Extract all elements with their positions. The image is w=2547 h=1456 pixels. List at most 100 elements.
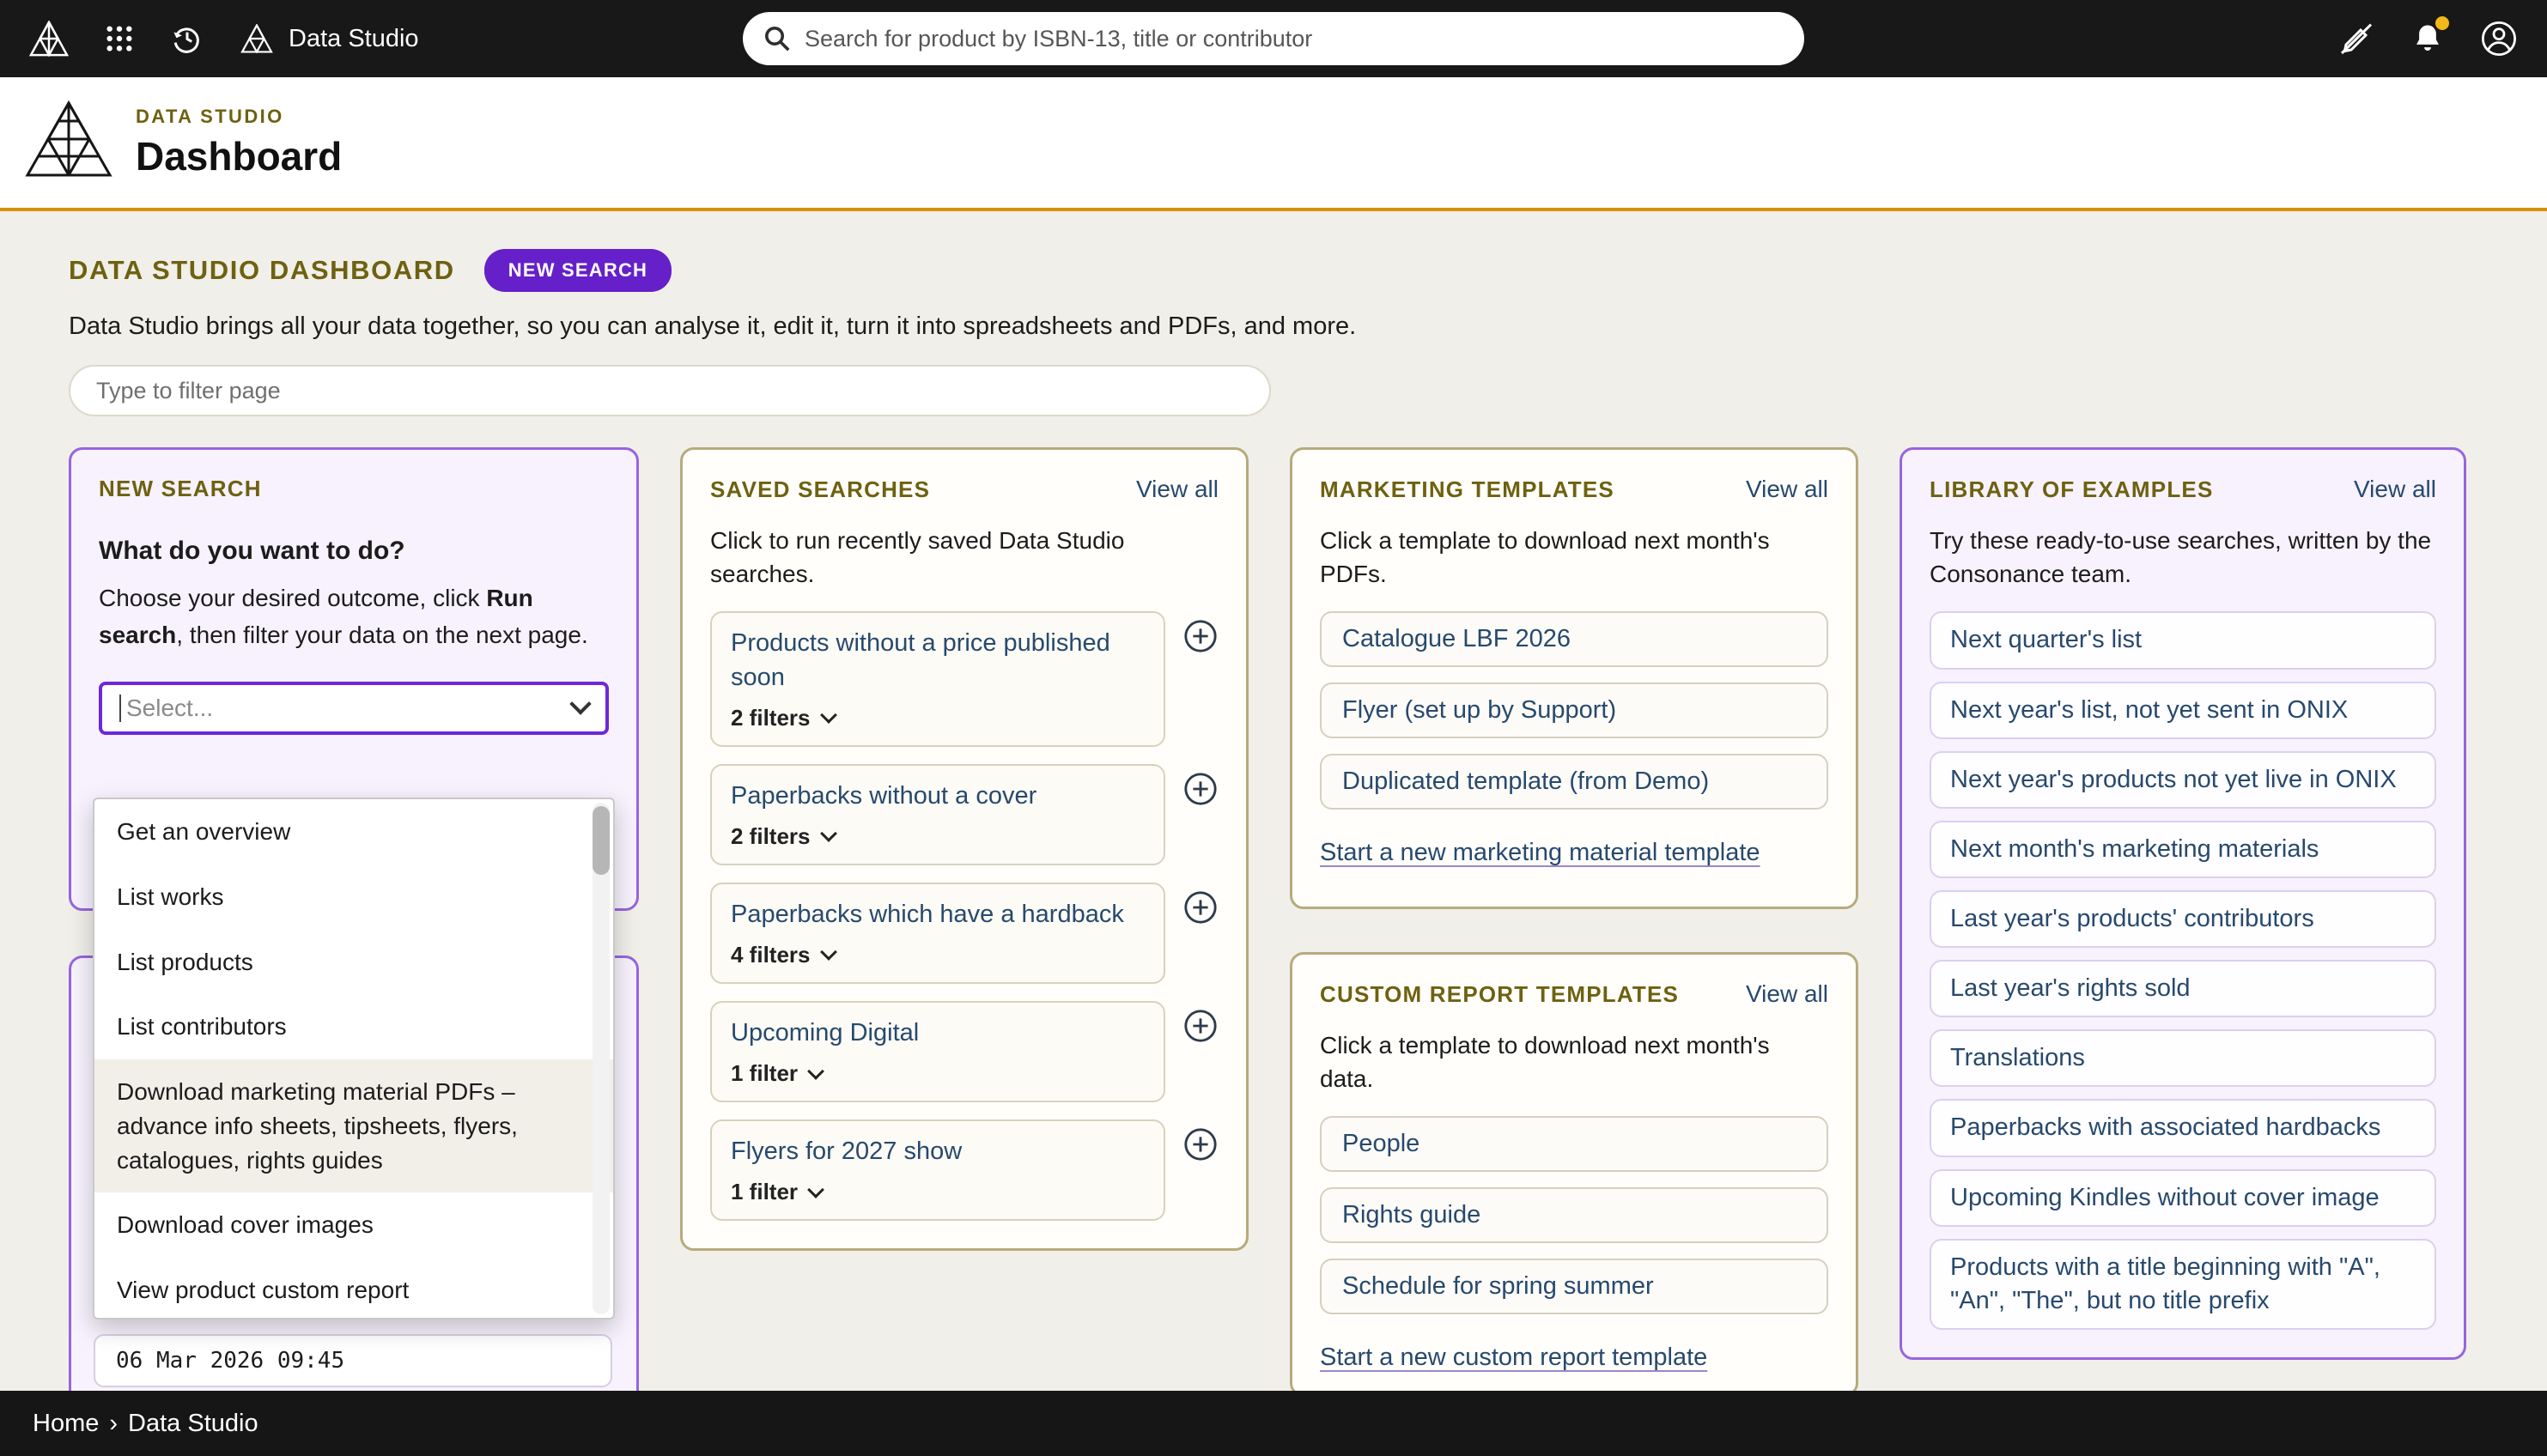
main-content: DATA STUDIO DASHBOARD NEW SEARCH Data St… xyxy=(0,211,2547,1391)
saved-search-label: Flyers for 2027 show xyxy=(731,1135,1145,1168)
saved-search-item[interactable]: Flyers for 2027 show 1 filter xyxy=(710,1119,1165,1221)
library-example-item[interactable]: Products with a title beginning with "A"… xyxy=(1930,1239,2436,1330)
breadcrumb-home-link[interactable]: Home xyxy=(33,1410,99,1438)
page-filter-input[interactable] xyxy=(69,365,1271,416)
circle-plus-icon[interactable] xyxy=(1182,771,1219,807)
global-search xyxy=(743,12,1804,65)
circle-plus-icon[interactable] xyxy=(1182,1008,1219,1044)
new-search-instructions: Choose your desired outcome, click Run s… xyxy=(99,579,609,654)
dropdown-scrollbar-thumb[interactable] xyxy=(593,806,610,875)
library-description: Try these ready-to-use searches, written… xyxy=(1930,524,2436,591)
app-titles: DATA STUDIO Dashboard xyxy=(136,106,342,179)
saved-search-row: Flyers for 2027 show 1 filter xyxy=(710,1119,1219,1221)
dropdown-option[interactable]: List products xyxy=(94,930,613,995)
custom-report-templates-view-all[interactable]: View all xyxy=(1746,980,1828,1008)
library-example-item[interactable]: Next month's marketing materials xyxy=(1930,821,2436,878)
page-title: Dashboard xyxy=(136,133,342,179)
saved-search-item[interactable]: Paperbacks which have a hardback 4 filte… xyxy=(710,883,1165,984)
outcome-select[interactable]: Select... xyxy=(99,682,609,735)
custom-report-template-item[interactable]: Rights guide xyxy=(1320,1187,1828,1243)
saved-searches-title: SAVED SEARCHES xyxy=(710,476,930,503)
global-search-input[interactable] xyxy=(805,26,1784,52)
library-example-item[interactable]: Last year's products' contributors xyxy=(1930,890,2436,948)
brand-logo-icon xyxy=(240,24,273,53)
custom-report-templates-card: CUSTOM REPORT TEMPLATES View all Click a… xyxy=(1290,952,1858,1391)
saved-search-label: Paperbacks which have a hardback xyxy=(731,898,1145,931)
filters-toggle[interactable]: 1 filter xyxy=(731,1179,1145,1205)
chevron-down-icon xyxy=(820,707,837,724)
recent-search-item[interactable]: 06 Mar 2026 09:45 xyxy=(94,1334,612,1387)
custom-report-template-item[interactable]: People xyxy=(1320,1116,1828,1172)
filters-toggle[interactable]: 1 filter xyxy=(731,1060,1145,1087)
dropdown-scrollbar-track xyxy=(593,803,610,1314)
library-card: LIBRARY OF EXAMPLES View all Try these r… xyxy=(1900,447,2466,1360)
start-marketing-template-link[interactable]: Start a new marketing material template xyxy=(1320,839,1760,867)
dropdown-option[interactable]: Get an overview xyxy=(94,799,613,864)
saved-search-row: Paperbacks which have a hardback 4 filte… xyxy=(710,883,1219,984)
history-icon[interactable] xyxy=(170,21,204,56)
custom-report-template-item[interactable]: Schedule for spring summer xyxy=(1320,1259,1828,1314)
dropdown-option[interactable]: View product custom report xyxy=(94,1258,613,1320)
library-example-item[interactable]: Translations xyxy=(1930,1029,2436,1087)
saved-search-item[interactable]: Paperbacks without a cover 2 filters xyxy=(710,764,1165,865)
edit-slash-icon[interactable] xyxy=(2337,21,2375,56)
circle-plus-icon[interactable] xyxy=(1182,618,1219,654)
library-example-item[interactable]: Next year's list, not yet sent in ONIX xyxy=(1930,682,2436,739)
saved-search-item[interactable]: Upcoming Digital 1 filter xyxy=(710,1001,1165,1102)
dropdown-option[interactable]: Download cover images xyxy=(94,1192,613,1258)
start-custom-report-template-link[interactable]: Start a new custom report template xyxy=(1320,1344,1707,1372)
marketing-template-item[interactable]: Catalogue LBF 2026 xyxy=(1320,611,1828,667)
column-library: LIBRARY OF EXAMPLES View all Try these r… xyxy=(1900,447,2466,1360)
circle-plus-icon[interactable] xyxy=(1182,1126,1219,1162)
dropdown-option-highlighted[interactable]: Download marketing material PDFs – advan… xyxy=(94,1059,613,1192)
library-example-item[interactable]: Next year's products not yet live in ONI… xyxy=(1930,751,2436,809)
library-example-item[interactable]: Next quarter's list xyxy=(1930,611,2436,669)
column-templates: MARKETING TEMPLATES View all Click a tem… xyxy=(1290,447,1858,1391)
circle-plus-icon[interactable] xyxy=(1182,889,1219,925)
breadcrumb-separator: › xyxy=(109,1410,118,1438)
saved-search-label: Upcoming Digital xyxy=(731,1016,1145,1050)
marketing-template-item[interactable]: Flyer (set up by Support) xyxy=(1320,682,1828,738)
column-saved-searches: SAVED SEARCHES View all Click to run rec… xyxy=(680,447,1249,1251)
library-example-item[interactable]: Last year's rights sold xyxy=(1930,960,2436,1017)
filters-toggle[interactable]: 2 filters xyxy=(731,705,1145,731)
marketing-templates-title: MARKETING TEMPLATES xyxy=(1320,476,1614,503)
search-icon xyxy=(763,25,791,52)
saved-searches-view-all[interactable]: View all xyxy=(1136,476,1219,503)
account-icon[interactable] xyxy=(2480,20,2518,58)
breadcrumb: Home › Data Studio xyxy=(0,1391,2547,1456)
apps-grid-icon[interactable] xyxy=(105,24,134,53)
app-header: DATA STUDIO Dashboard xyxy=(0,77,2547,211)
column-new-search: NEW SEARCH What do you want to do? Choos… xyxy=(69,447,639,1391)
brand-label: Data Studio xyxy=(289,25,419,53)
marketing-template-item[interactable]: Duplicated template (from Demo) xyxy=(1320,754,1828,810)
breadcrumb-current: Data Studio xyxy=(128,1410,258,1438)
marketing-templates-view-all[interactable]: View all xyxy=(1746,476,1828,503)
chevron-down-icon xyxy=(820,944,837,962)
saved-search-label: Products without a price published soon xyxy=(731,627,1145,694)
dropdown-option[interactable]: List works xyxy=(94,864,613,930)
dashboard-title-row: DATA STUDIO DASHBOARD NEW SEARCH xyxy=(69,249,2473,292)
library-example-item[interactable]: Upcoming Kindles without cover image xyxy=(1930,1169,2436,1227)
saved-searches-card: SAVED SEARCHES View all Click to run rec… xyxy=(680,447,1249,1251)
app-logo-icon[interactable] xyxy=(29,21,69,57)
notification-badge xyxy=(2435,16,2449,30)
custom-report-templates-description: Click a template to download next month'… xyxy=(1320,1028,1828,1095)
saved-search-item[interactable]: Products without a price published soon … xyxy=(710,611,1165,746)
saved-searches-description: Click to run recently saved Data Studio … xyxy=(710,524,1219,591)
text-cursor xyxy=(119,695,121,722)
library-title: LIBRARY OF EXAMPLES xyxy=(1930,476,2214,503)
global-search-box[interactable] xyxy=(743,12,1804,65)
filters-toggle[interactable]: 4 filters xyxy=(731,942,1145,968)
dropdown-option[interactable]: List contributors xyxy=(94,994,613,1059)
library-example-item[interactable]: Paperbacks with associated hardbacks xyxy=(1930,1099,2436,1156)
recent-search-timestamp: 06 Mar 2026 09:45 xyxy=(116,1348,344,1374)
new-search-button[interactable]: NEW SEARCH xyxy=(484,249,672,292)
outcome-select-placeholder: Select... xyxy=(126,695,573,722)
notifications-bell-icon[interactable] xyxy=(2411,21,2444,56)
brand-home-link[interactable]: Data Studio xyxy=(240,24,419,53)
saved-search-label: Paperbacks without a cover xyxy=(731,780,1145,813)
topbar-right xyxy=(1804,20,2518,58)
filters-toggle[interactable]: 2 filters xyxy=(731,823,1145,850)
library-view-all[interactable]: View all xyxy=(2354,476,2436,503)
